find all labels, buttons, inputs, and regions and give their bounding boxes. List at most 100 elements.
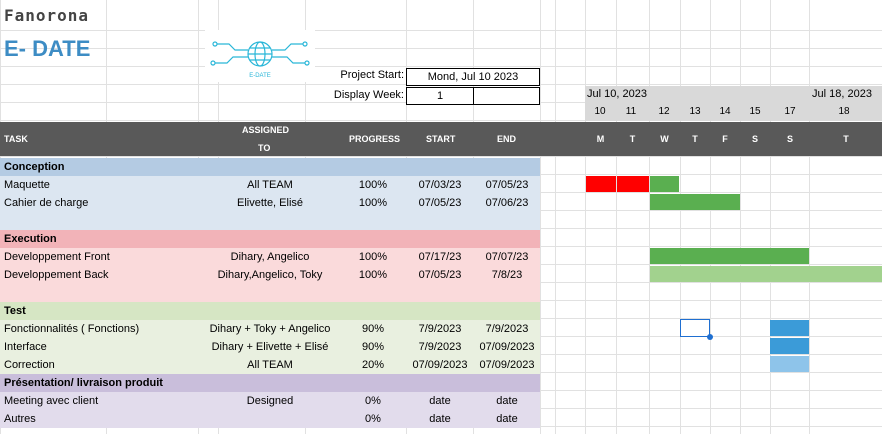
- cell-end: 07/06/23: [485, 197, 529, 209]
- cell-assigned: Dihary, Angelico: [230, 251, 310, 263]
- cell-task: Developpement Front: [4, 251, 110, 263]
- cell-end: 07/05/23: [485, 179, 529, 191]
- blank-row[interactable]: [0, 284, 540, 302]
- gantt-bar-maquette[interactable]: [617, 176, 649, 192]
- gantt-bar-dev-front[interactable]: [650, 248, 809, 264]
- day-letter: M: [596, 134, 605, 144]
- cell-task: Maquette: [4, 179, 50, 191]
- cell-task: Cahier de charge: [4, 197, 89, 209]
- project-start-field[interactable]: Mond, Jul 10 2023: [406, 68, 540, 86]
- section-header[interactable]: Test: [0, 302, 540, 320]
- cell-start: 07/05/23: [418, 197, 462, 209]
- section-title: Execution: [4, 233, 57, 245]
- cell-end: 07/09/2023: [479, 359, 535, 371]
- section-header[interactable]: Présentation/ livraison produit: [0, 374, 540, 392]
- table-row[interactable]: Autres 0% date date: [0, 410, 540, 428]
- cell-progress: 0%: [365, 413, 381, 425]
- table-row[interactable]: Cahier de charge Elivette, Elisé 100% 07/05…: [0, 194, 540, 212]
- cell-task: Meeting avec client: [4, 395, 99, 407]
- cell-end: date: [496, 413, 518, 425]
- cell-start: 7/9/2023: [418, 341, 462, 353]
- cell-start: 07/05/23: [418, 269, 462, 281]
- cell-task: Correction: [4, 359, 55, 371]
- week2-label: Jul 18, 2023: [812, 88, 872, 100]
- cell-start: 07/09/2023: [412, 359, 468, 371]
- gantt-bar-interface[interactable]: [770, 338, 809, 354]
- timeline-day-header: M T W T F S S T: [585, 122, 882, 156]
- day-number: 13: [689, 106, 701, 117]
- cell-progress: 90%: [361, 341, 385, 353]
- cell-start: date: [429, 413, 451, 425]
- cell-assigned: All TEAM: [247, 359, 293, 371]
- cell-task: Developpement Back: [4, 269, 109, 281]
- header-assigned: ASSIGNED: [242, 125, 290, 135]
- cell-progress: 20%: [361, 359, 385, 371]
- header-start: START: [426, 134, 456, 144]
- cell-task: Interface: [4, 341, 47, 353]
- cell-end: 07/09/2023: [479, 341, 535, 353]
- app-title: E- DATE: [4, 36, 91, 61]
- table-header: TASK ASSIGNED TO PROGRESS START END: [0, 122, 585, 156]
- header-task: TASK: [4, 134, 28, 144]
- cell-assigned: Dihary + Elivette + Elisé: [211, 341, 329, 353]
- day-letter: T: [692, 134, 698, 144]
- selected-cell[interactable]: [680, 319, 710, 337]
- cell-start: 07/03/23: [418, 179, 462, 191]
- table-row[interactable]: Correction All TEAM 20% 07/09/2023 07/09/202…: [0, 356, 540, 374]
- section-title: Test: [4, 305, 26, 317]
- project-start-label: Project Start:: [340, 69, 404, 81]
- day-number: 14: [719, 106, 731, 117]
- day-number: 17: [784, 106, 796, 117]
- cell-end: 7/8/23: [491, 269, 523, 281]
- gantt-bar-correction[interactable]: [770, 356, 809, 372]
- display-week-empty-cell[interactable]: [473, 87, 540, 105]
- cell-assigned: Elivette, Elisé: [236, 197, 304, 209]
- fill-handle[interactable]: [707, 334, 713, 340]
- day-number: 12: [658, 106, 670, 117]
- table-row[interactable]: Developpement Front Dihary, Angelico 100% 0…: [0, 248, 540, 266]
- gantt-bar-dev-back[interactable]: [650, 266, 882, 282]
- table-row[interactable]: Meeting avec client Designed 0% date date: [0, 392, 540, 410]
- section-title: Présentation/ livraison produit: [4, 377, 163, 389]
- cell-start: date: [429, 395, 451, 407]
- day-letter: T: [843, 134, 849, 144]
- cell-start: 07/17/23: [418, 251, 462, 263]
- day-letter: S: [751, 134, 758, 144]
- blank-row[interactable]: [0, 212, 540, 230]
- globe-logo-icon: E-DATE: [210, 41, 310, 79]
- cell-task: Autres: [4, 413, 36, 425]
- cell-assigned: Dihary,Angelico, Toky: [217, 269, 323, 281]
- day-letter: S: [786, 134, 793, 144]
- section-header[interactable]: Execution: [0, 230, 540, 248]
- cell-progress: 100%: [358, 197, 388, 209]
- gantt-bar-cahier[interactable]: [650, 194, 740, 210]
- timeline-week-header: Jul 10, 2023 Jul 18, 2023 10 11 12 13 14…: [585, 86, 882, 121]
- logo-text: E-DATE: [249, 73, 271, 79]
- table-row[interactable]: Developpement Back Dihary,Angelico, Toky 1…: [0, 266, 540, 284]
- section-title: Conception: [4, 161, 65, 173]
- display-week-field[interactable]: 1: [406, 87, 474, 105]
- day-number: 18: [838, 106, 850, 117]
- cell-assigned: Dihary + Toky + Angelico: [209, 323, 331, 335]
- section-header[interactable]: Conception: [0, 158, 540, 176]
- header-progress: PROGRESS: [349, 134, 401, 144]
- day-letter: T: [629, 134, 636, 144]
- gantt-bar-maquette[interactable]: [650, 176, 679, 192]
- day-number: 15: [749, 106, 761, 117]
- cell-end: date: [496, 395, 518, 407]
- week1-label: Jul 10, 2023: [587, 88, 647, 100]
- table-row[interactable]: Maquette All TEAM 100% 07/03/23 07/05/23: [0, 176, 540, 194]
- logo: E-DATE: [205, 30, 315, 82]
- cell-assigned: Designed: [246, 395, 294, 407]
- day-number: 10: [594, 106, 606, 117]
- header-assigned-to: TO: [258, 143, 271, 153]
- table-row[interactable]: Interface Dihary + Elivette + Elisé 90% 7/9…: [0, 338, 540, 356]
- cell-progress: 0%: [365, 395, 381, 407]
- table-row[interactable]: Fonctionnalités ( Fonctions) Dihary + Tok…: [0, 320, 540, 338]
- cell-end: 07/07/23: [485, 251, 529, 263]
- gantt-bar-maquette[interactable]: [586, 176, 616, 192]
- cell-start: 7/9/2023: [418, 323, 462, 335]
- gantt-bar-fonctionnalites[interactable]: [770, 320, 809, 336]
- brand-name: Fanorona: [4, 6, 90, 25]
- header-end: END: [497, 134, 517, 144]
